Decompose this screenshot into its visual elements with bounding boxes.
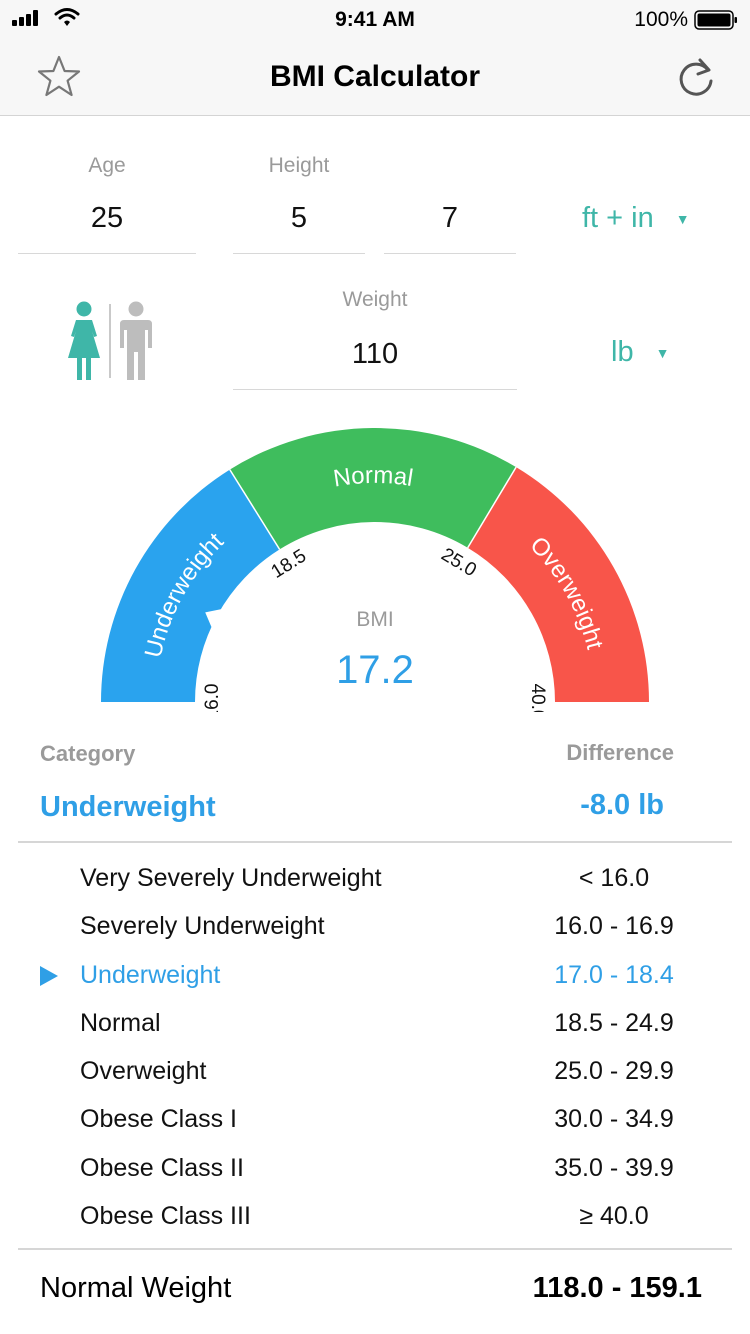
nav-bar: BMI Calculator xyxy=(0,40,750,116)
refresh-icon[interactable] xyxy=(676,56,716,98)
category-value: Underweight xyxy=(40,791,216,823)
bmi-value: 17.2 xyxy=(336,648,414,692)
range-row: Severely Underweight 16.0 - 16.9 xyxy=(0,904,750,952)
chevron-down-icon: ▼ xyxy=(655,344,670,361)
range-name: Obese Class II xyxy=(80,1153,244,1182)
battery-icon xyxy=(694,10,737,30)
range-value: 18.5 - 24.9 xyxy=(554,1008,674,1037)
range-name: Severely Underweight xyxy=(80,912,325,941)
range-row: Obese Class II 35.0 - 39.9 xyxy=(0,1146,750,1194)
range-row: Normal 18.5 - 24.9 xyxy=(0,1001,750,1049)
weight-label: Weight xyxy=(342,288,408,311)
gender-selector xyxy=(62,300,162,384)
divider xyxy=(18,841,732,843)
battery-percent: 100% xyxy=(634,8,688,31)
height-label: Height xyxy=(268,154,330,177)
range-row: Obese Class I 30.0 - 34.9 xyxy=(0,1097,750,1145)
range-name: Underweight xyxy=(80,960,221,989)
weight-input[interactable]: 110 xyxy=(233,332,517,390)
range-value: ≥ 40.0 xyxy=(579,1202,649,1231)
range-value: < 16.0 xyxy=(578,864,650,892)
difference-label: Difference xyxy=(566,740,674,765)
normal-weight-value: 118.0 - 159.1 xyxy=(532,1272,702,1304)
range-row: Underweight 17.0 - 18.4 xyxy=(0,953,750,1001)
height-unit-select[interactable]: ft + in ▼ xyxy=(582,202,690,235)
range-value: 17.0 - 18.4 xyxy=(554,960,674,989)
range-value: 30.0 - 34.9 xyxy=(554,1105,674,1134)
difference-value: -8.0 lb xyxy=(580,789,664,821)
female-icon[interactable] xyxy=(64,300,104,384)
range-row: Very Severely Underweight < 16.0 xyxy=(0,856,750,904)
normal-weight-label: Normal Weight xyxy=(40,1272,232,1304)
status-bar: 9:41 AM 100% xyxy=(0,0,750,40)
page-title: BMI Calculator xyxy=(269,60,481,93)
range-value: 25.0 - 29.9 xyxy=(554,1057,674,1086)
range-name: Obese Class III xyxy=(80,1202,251,1231)
range-name: Normal xyxy=(80,1008,161,1037)
bmi-label: BMI xyxy=(356,608,394,631)
height-inches-input[interactable]: 7 xyxy=(384,196,516,254)
category-label: Category xyxy=(40,741,136,766)
weight-unit-select[interactable]: lb ▼ xyxy=(611,336,669,369)
range-row: Overweight 25.0 - 29.9 xyxy=(0,1049,750,1097)
range-value: 35.0 - 39.9 xyxy=(554,1153,674,1182)
divider xyxy=(18,1248,732,1250)
chevron-down-icon: ▼ xyxy=(675,210,690,227)
range-name: Obese Class I xyxy=(80,1105,238,1134)
gender-divider xyxy=(109,304,111,378)
age-label: Age xyxy=(88,154,126,177)
weight-unit-value: lb xyxy=(611,336,634,368)
play-icon xyxy=(40,965,58,986)
height-feet-input[interactable]: 5 xyxy=(233,196,365,254)
range-value: 16.0 - 16.9 xyxy=(554,912,674,941)
range-name: Overweight xyxy=(80,1057,207,1086)
height-unit-value: ft + in xyxy=(582,202,654,234)
bmi-ranges-table: Very Severely Underweight < 16.0 Severely … xyxy=(0,856,750,1242)
range-row: Obese Class III ≥ 40.0 xyxy=(0,1194,750,1242)
age-input[interactable]: 25 xyxy=(18,196,196,254)
range-name: Very Severely Underweight xyxy=(80,864,382,892)
male-icon[interactable] xyxy=(116,300,156,384)
